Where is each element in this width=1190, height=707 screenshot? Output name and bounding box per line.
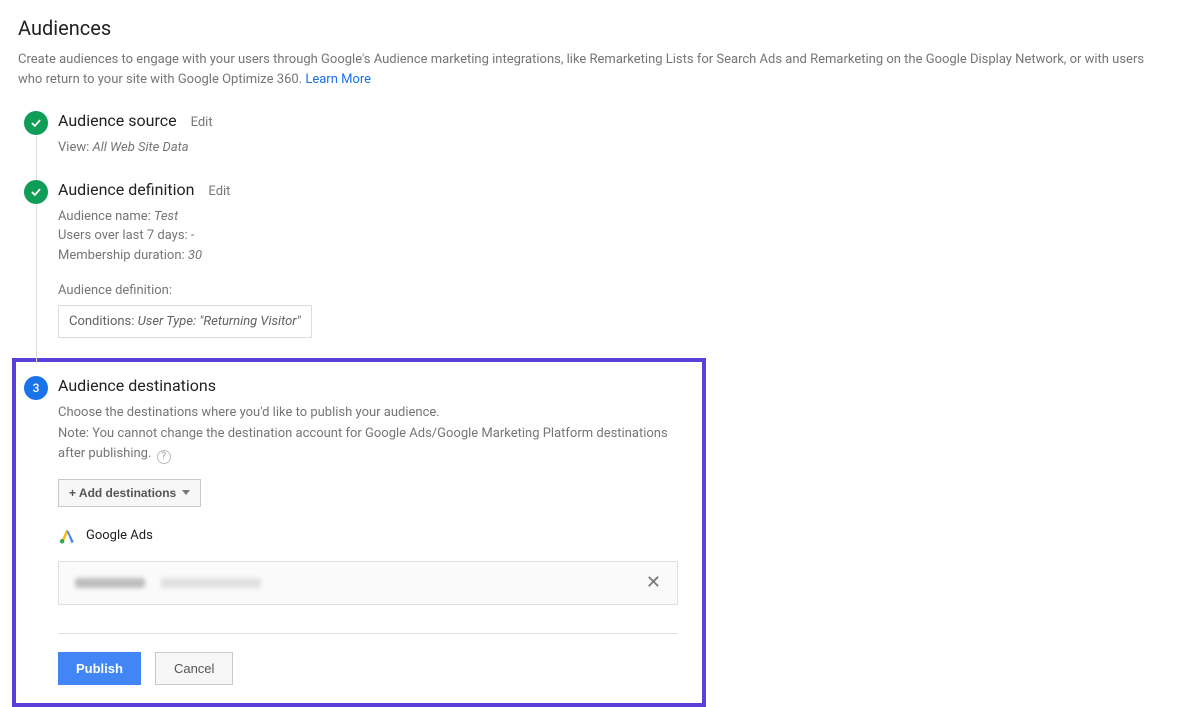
highlighted-section: 3 Audience destinations Choose the desti…	[12, 358, 706, 707]
definition-label: Audience definition:	[58, 281, 1172, 301]
google-ads-icon	[58, 527, 76, 545]
divider	[58, 633, 678, 634]
destinations-desc-1: Choose the destinations where you'd like…	[58, 403, 678, 424]
edit-definition-link[interactable]: Edit	[208, 184, 230, 199]
add-destinations-button[interactable]: + Add destinations	[58, 479, 201, 507]
conditions-value: User Type: "Returning Visitor"	[138, 314, 301, 329]
help-icon[interactable]: ?	[157, 450, 171, 464]
step-title-source: Audience source	[58, 111, 177, 130]
destinations-desc-2: Note: You cannot change the destination …	[58, 426, 668, 462]
step-audience-source: Audience source Edit View: All Web Site …	[24, 111, 1172, 180]
definition-box: Conditions: User Type: "Returning Visito…	[58, 305, 312, 339]
view-label: View:	[58, 140, 92, 155]
step-title-destinations: Audience destinations	[58, 376, 216, 395]
add-destinations-label: + Add destinations	[69, 486, 176, 500]
view-value: All Web Site Data	[92, 140, 188, 155]
destination-row: ✕	[58, 561, 678, 605]
step-title-definition: Audience definition	[58, 180, 194, 199]
cancel-button[interactable]: Cancel	[155, 652, 233, 685]
destination-group-label: Google Ads	[86, 528, 153, 543]
chevron-down-icon	[182, 490, 190, 495]
duration-value: 30	[188, 248, 202, 263]
audience-name-value: Test	[154, 209, 178, 224]
redacted-text	[75, 578, 145, 588]
conditions-label: Conditions:	[69, 314, 138, 329]
publish-button[interactable]: Publish	[58, 652, 141, 685]
step-audience-definition: Audience definition Edit Audience name: …	[24, 180, 1172, 361]
users-value: -	[191, 228, 195, 243]
check-icon	[24, 111, 48, 135]
duration-label: Membership duration:	[58, 248, 188, 263]
step-number-icon: 3	[24, 376, 48, 400]
close-icon[interactable]: ✕	[646, 574, 661, 592]
redacted-text	[161, 578, 261, 588]
users-label: Users over last 7 days:	[58, 228, 191, 243]
learn-more-link[interactable]: Learn More	[305, 72, 371, 87]
page-description-text: Create audiences to engage with your use…	[18, 52, 1144, 87]
edit-source-link[interactable]: Edit	[191, 115, 213, 130]
audience-name-label: Audience name:	[58, 209, 154, 224]
check-icon	[24, 180, 48, 204]
page-title: Audiences	[18, 16, 1172, 40]
page-description: Create audiences to engage with your use…	[18, 50, 1168, 89]
step-audience-destinations: 3 Audience destinations Choose the desti…	[24, 376, 694, 685]
